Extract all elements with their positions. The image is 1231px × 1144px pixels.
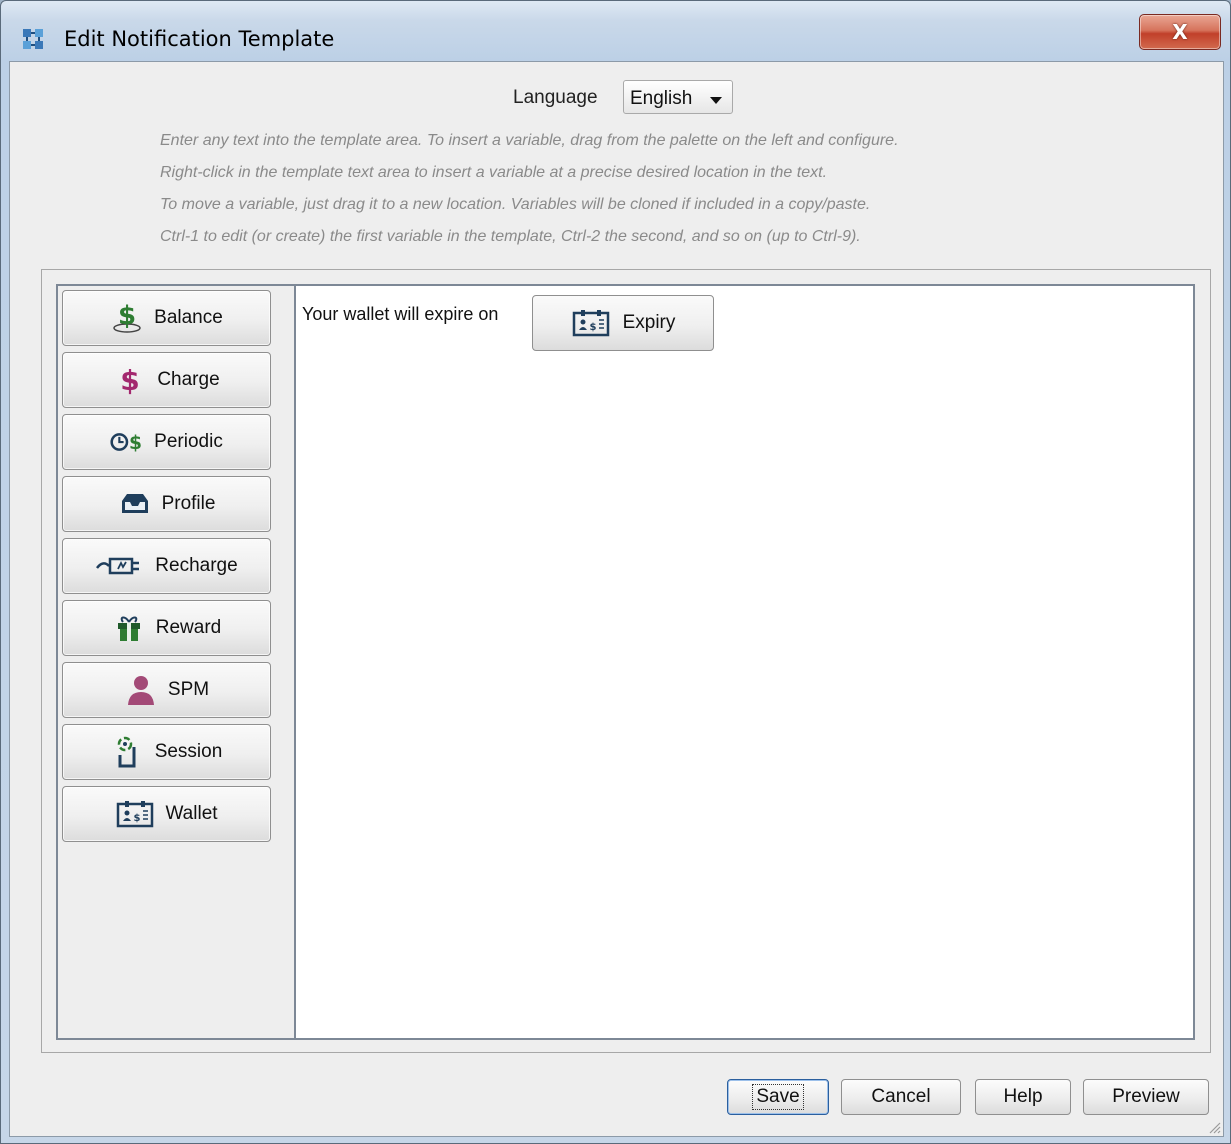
- svg-text:$: $: [121, 365, 140, 395]
- dialog-window: Edit Notification Template X Language En…: [0, 0, 1231, 1144]
- palette-item-label: Balance: [154, 307, 223, 328]
- inbox-tray-icon: [118, 489, 152, 519]
- clock-dollar-icon: $: [110, 427, 144, 457]
- palette-item-label: Charge: [157, 369, 220, 390]
- palette-reward-button[interactable]: Reward: [62, 600, 271, 656]
- template-variable-label: Expiry: [622, 312, 676, 333]
- dialog-client-area: Language English Enter any text into the…: [9, 61, 1224, 1137]
- title-bar[interactable]: Edit Notification Template X: [1, 1, 1230, 61]
- cancel-button-label: Cancel: [871, 1086, 931, 1107]
- cancel-button[interactable]: Cancel: [841, 1079, 961, 1115]
- palette-periodic-button[interactable]: $ Periodic: [62, 414, 271, 470]
- svg-text:$: $: [129, 433, 142, 454]
- svg-text:$: $: [589, 322, 596, 333]
- save-button-label: Save: [752, 1084, 804, 1110]
- language-selected-value: English: [630, 88, 693, 109]
- instruction-line-3: To move a variable, just drag it to a ne…: [160, 196, 871, 213]
- mobile-signal-icon: [111, 736, 145, 768]
- instruction-line-1: Enter any text into the template area. T…: [160, 132, 899, 149]
- palette-recharge-button[interactable]: Recharge: [62, 538, 271, 594]
- palette-profile-button[interactable]: Profile: [62, 476, 271, 532]
- variable-palette: $ Balance $ Charge $ Periodic Profile Re…: [56, 284, 296, 1040]
- svg-text:$: $: [134, 813, 141, 824]
- close-button[interactable]: X: [1139, 14, 1221, 50]
- template-variable-expiry[interactable]: $ Expiry: [532, 295, 714, 351]
- resize-grip-icon[interactable]: [1207, 1120, 1221, 1134]
- chevron-down-icon: [710, 97, 722, 104]
- gift-icon: [112, 613, 146, 643]
- palette-item-label: Reward: [155, 617, 222, 638]
- wallet-card-icon: $: [571, 308, 611, 338]
- instruction-line-2: Right-click in the template text area to…: [160, 164, 828, 181]
- help-button[interactable]: Help: [975, 1079, 1071, 1115]
- user-icon: [124, 675, 158, 705]
- palette-item-label: Profile: [161, 493, 216, 514]
- palette-item-label: Session: [154, 741, 223, 762]
- balance-dollar-icon: $: [110, 302, 144, 333]
- help-button-label: Help: [1003, 1086, 1043, 1107]
- window-title: Edit Notification Template: [64, 27, 335, 51]
- palette-balance-button[interactable]: $ Balance: [62, 290, 271, 346]
- wallet-card-icon: $: [115, 799, 155, 829]
- palette-charge-button[interactable]: $ Charge: [62, 352, 271, 408]
- svg-text:$: $: [118, 302, 136, 331]
- palette-session-button[interactable]: Session: [62, 724, 271, 780]
- language-select[interactable]: English: [623, 80, 733, 114]
- palette-item-label: SPM: [167, 679, 210, 700]
- palette-item-label: Wallet: [165, 803, 218, 824]
- palette-item-label: Recharge: [155, 555, 238, 576]
- app-icon: [23, 29, 43, 49]
- instruction-line-4: Ctrl-1 to edit (or create) the first var…: [160, 228, 861, 245]
- preview-button-label: Preview: [1112, 1086, 1180, 1107]
- charger-plug-icon: [95, 551, 151, 581]
- template-text-area[interactable]: Your wallet will expire on $ Expiry: [294, 284, 1195, 1040]
- template-text: Your wallet will expire on: [302, 304, 499, 324]
- palette-item-label: Periodic: [154, 431, 223, 452]
- save-button[interactable]: Save: [727, 1079, 829, 1115]
- palette-spm-button[interactable]: SPM: [62, 662, 271, 718]
- palette-wallet-button[interactable]: $ Wallet: [62, 786, 271, 842]
- preview-button[interactable]: Preview: [1083, 1079, 1209, 1115]
- dollar-icon: $: [113, 365, 147, 395]
- language-label: Language: [513, 87, 598, 108]
